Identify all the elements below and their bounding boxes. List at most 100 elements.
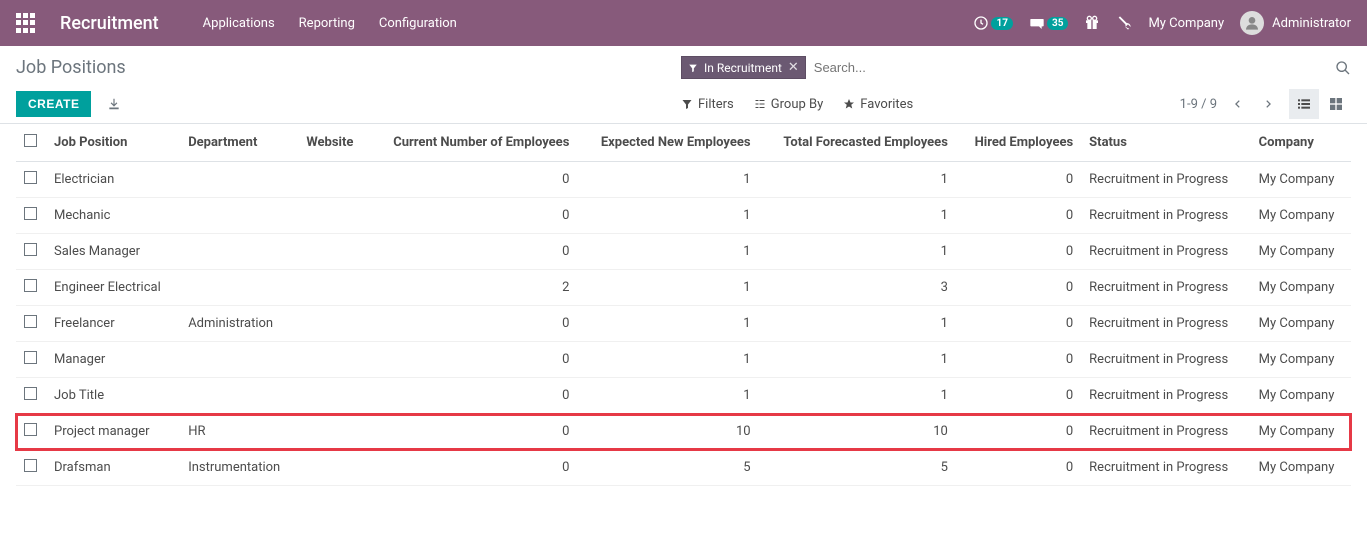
- cell-company: My Company: [1251, 198, 1351, 234]
- col-website[interactable]: Website: [298, 124, 367, 162]
- cell-department: [180, 270, 298, 306]
- col-hired[interactable]: Hired Employees: [956, 124, 1081, 162]
- cell-status: Recruitment in Progress: [1081, 234, 1250, 270]
- cell-company: My Company: [1251, 342, 1351, 378]
- kanban-view-icon[interactable]: [1321, 89, 1351, 119]
- nav-configuration[interactable]: Configuration: [379, 16, 457, 31]
- filter-tag-label: In Recruitment: [704, 61, 782, 75]
- cell-status: Recruitment in Progress: [1081, 450, 1250, 486]
- pager-next-icon[interactable]: [1259, 93, 1277, 115]
- cell-expected: 1: [577, 342, 758, 378]
- table-row[interactable]: Job Title0110Recruitment in ProgressMy C…: [16, 378, 1351, 414]
- search-icon[interactable]: [1335, 60, 1351, 76]
- cell-hired: 0: [956, 234, 1081, 270]
- row-checkbox[interactable]: [24, 387, 37, 400]
- gift-icon[interactable]: [1084, 15, 1100, 31]
- cell-position: Electrician: [46, 162, 180, 198]
- col-company[interactable]: Company: [1251, 124, 1351, 162]
- col-status[interactable]: Status: [1081, 124, 1250, 162]
- company-selector[interactable]: My Company: [1148, 16, 1224, 31]
- cell-forecasted: 10: [759, 414, 956, 450]
- col-job-position[interactable]: Job Position: [46, 124, 180, 162]
- select-all-checkbox[interactable]: [24, 134, 37, 147]
- table-row[interactable]: Sales Manager0110Recruitment in Progress…: [16, 234, 1351, 270]
- favorites-button[interactable]: Favorites: [843, 97, 913, 112]
- cell-position: Mechanic: [46, 198, 180, 234]
- row-checkbox[interactable]: [24, 207, 37, 220]
- search-input[interactable]: [806, 56, 1335, 79]
- cell-hired: 0: [956, 378, 1081, 414]
- col-current[interactable]: Current Number of Employees: [367, 124, 577, 162]
- nav-applications[interactable]: Applications: [203, 16, 275, 31]
- remove-filter-icon[interactable]: ✕: [788, 60, 799, 75]
- user-menu[interactable]: Administrator: [1240, 11, 1351, 35]
- col-forecasted[interactable]: Total Forecasted Employees: [759, 124, 956, 162]
- avatar-icon: [1240, 11, 1264, 35]
- cell-website: [298, 270, 367, 306]
- cell-department: Instrumentation: [180, 450, 298, 486]
- list-view-icon[interactable]: [1289, 89, 1319, 119]
- cell-current: 0: [367, 234, 577, 270]
- row-checkbox[interactable]: [24, 279, 37, 292]
- cell-forecasted: 1: [759, 162, 956, 198]
- row-checkbox[interactable]: [24, 351, 37, 364]
- table-row[interactable]: Manager0110Recruitment in ProgressMy Com…: [16, 342, 1351, 378]
- table-row[interactable]: Mechanic0110Recruitment in ProgressMy Co…: [16, 198, 1351, 234]
- groupby-button[interactable]: Group By: [754, 97, 824, 112]
- row-checkbox[interactable]: [24, 315, 37, 328]
- pager-prev-icon[interactable]: [1229, 93, 1247, 115]
- col-expected[interactable]: Expected New Employees: [577, 124, 758, 162]
- table-row[interactable]: FreelancerAdministration0110Recruitment …: [16, 306, 1351, 342]
- row-checkbox[interactable]: [24, 171, 37, 184]
- cell-website: [298, 234, 367, 270]
- cell-company: My Company: [1251, 378, 1351, 414]
- row-checkbox[interactable]: [24, 459, 37, 472]
- table-row[interactable]: Electrician0110Recruitment in ProgressMy…: [16, 162, 1351, 198]
- cell-hired: 0: [956, 306, 1081, 342]
- apps-icon[interactable]: [16, 13, 36, 33]
- cell-expected: 1: [577, 378, 758, 414]
- cell-company: My Company: [1251, 306, 1351, 342]
- import-icon[interactable]: [107, 97, 121, 111]
- table-row[interactable]: Project managerHR010100Recruitment in Pr…: [16, 414, 1351, 450]
- messages-icon[interactable]: 35: [1029, 15, 1068, 31]
- cell-expected: 1: [577, 234, 758, 270]
- cell-status: Recruitment in Progress: [1081, 162, 1250, 198]
- cell-current: 0: [367, 162, 577, 198]
- cell-company: My Company: [1251, 270, 1351, 306]
- nav-menu: Applications Reporting Configuration: [203, 16, 457, 31]
- create-button[interactable]: CREATE: [16, 91, 91, 117]
- cell-position: Sales Manager: [46, 234, 180, 270]
- cell-company: My Company: [1251, 414, 1351, 450]
- cell-position: Manager: [46, 342, 180, 378]
- cell-forecasted: 5: [759, 450, 956, 486]
- cell-hired: 0: [956, 270, 1081, 306]
- col-department[interactable]: Department: [180, 124, 298, 162]
- cell-website: [298, 342, 367, 378]
- activity-icon[interactable]: 17: [973, 15, 1012, 31]
- app-brand[interactable]: Recruitment: [60, 13, 159, 34]
- filters-button[interactable]: Filters: [681, 97, 734, 112]
- nav-reporting[interactable]: Reporting: [299, 16, 355, 31]
- table-row[interactable]: DrafsmanInstrumentation0550Recruitment i…: [16, 450, 1351, 486]
- wrench-icon[interactable]: [1116, 15, 1132, 31]
- top-navbar: Recruitment Applications Reporting Confi…: [0, 0, 1367, 46]
- cell-website: [298, 198, 367, 234]
- row-checkbox[interactable]: [24, 423, 37, 436]
- cell-position: Project manager: [46, 414, 180, 450]
- cell-expected: 10: [577, 414, 758, 450]
- cell-status: Recruitment in Progress: [1081, 378, 1250, 414]
- cell-expected: 1: [577, 270, 758, 306]
- cell-hired: 0: [956, 414, 1081, 450]
- search-filter-tag[interactable]: In Recruitment ✕: [681, 56, 806, 79]
- cell-expected: 1: [577, 162, 758, 198]
- view-switcher: [1289, 89, 1351, 119]
- table-container: Job Position Department Website Current …: [0, 124, 1367, 486]
- cell-current: 0: [367, 378, 577, 414]
- job-positions-table: Job Position Department Website Current …: [16, 124, 1351, 486]
- table-row[interactable]: Engineer Electrical2130Recruitment in Pr…: [16, 270, 1351, 306]
- cell-website: [298, 450, 367, 486]
- pager-text[interactable]: 1-9 / 9: [1180, 97, 1217, 112]
- row-checkbox[interactable]: [24, 243, 37, 256]
- cell-current: 0: [367, 342, 577, 378]
